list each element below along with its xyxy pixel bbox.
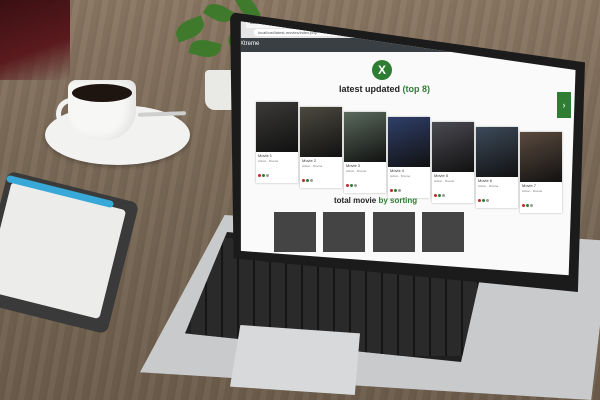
movie-title[interactable]: Movie 3 <box>344 162 386 169</box>
rating-dots <box>344 173 386 193</box>
movie-poster[interactable] <box>256 102 298 152</box>
movie-poster[interactable] <box>300 107 342 157</box>
rating-dots <box>432 183 474 203</box>
movie-card[interactable]: Movie 4 Action · Drama <box>388 117 430 198</box>
coffee <box>72 84 132 102</box>
movie-card[interactable]: Movie 5 Action · Drama <box>432 122 474 203</box>
movie-title[interactable]: Movie 2 <box>300 157 342 164</box>
movie-thumb[interactable] <box>323 212 366 252</box>
movie-card[interactable]: Movie 2 Action · Drama <box>300 107 342 188</box>
movie-poster[interactable] <box>432 122 474 172</box>
movie-title[interactable]: Movie 5 <box>432 172 474 179</box>
movie-card[interactable]: Movie 3 Action · Drama <box>344 112 386 193</box>
total-heading: total movie by sorting <box>334 196 418 205</box>
movie-poster[interactable] <box>476 127 518 177</box>
site-brand[interactable]: Xtreme <box>241 41 259 47</box>
sorted-movie-row <box>274 212 467 257</box>
movie-card[interactable]: Movie 6 Action · Drama <box>476 127 518 208</box>
movie-poster[interactable] <box>344 112 386 162</box>
movie-thumb[interactable] <box>274 212 316 252</box>
rating-dots <box>256 163 298 183</box>
rating-dots <box>520 193 562 213</box>
window-frame <box>0 0 70 80</box>
movie-title[interactable]: Movie 1 <box>256 152 298 159</box>
next-arrow-button[interactable]: › <box>557 92 571 118</box>
movie-card-row: Movie 1 Action · Drama Movie 2 Action · Dra… <box>241 76 568 213</box>
movie-card[interactable]: Movie 7 Action · Drama <box>520 132 562 213</box>
rating-dots <box>388 178 430 198</box>
laptop-trackpad <box>230 325 360 395</box>
movie-thumb[interactable] <box>372 212 415 252</box>
movie-title[interactable]: Movie 6 <box>476 177 518 184</box>
movie-poster[interactable] <box>388 117 430 167</box>
movie-title[interactable]: Movie 4 <box>388 167 430 174</box>
movie-poster[interactable] <box>520 132 562 182</box>
movie-thumb[interactable] <box>422 212 465 252</box>
rating-dots <box>300 168 342 188</box>
movie-card[interactable]: Movie 1 Action · Drama <box>256 102 298 183</box>
movie-title[interactable]: Movie 7 <box>520 182 562 189</box>
rating-dots <box>476 188 518 208</box>
